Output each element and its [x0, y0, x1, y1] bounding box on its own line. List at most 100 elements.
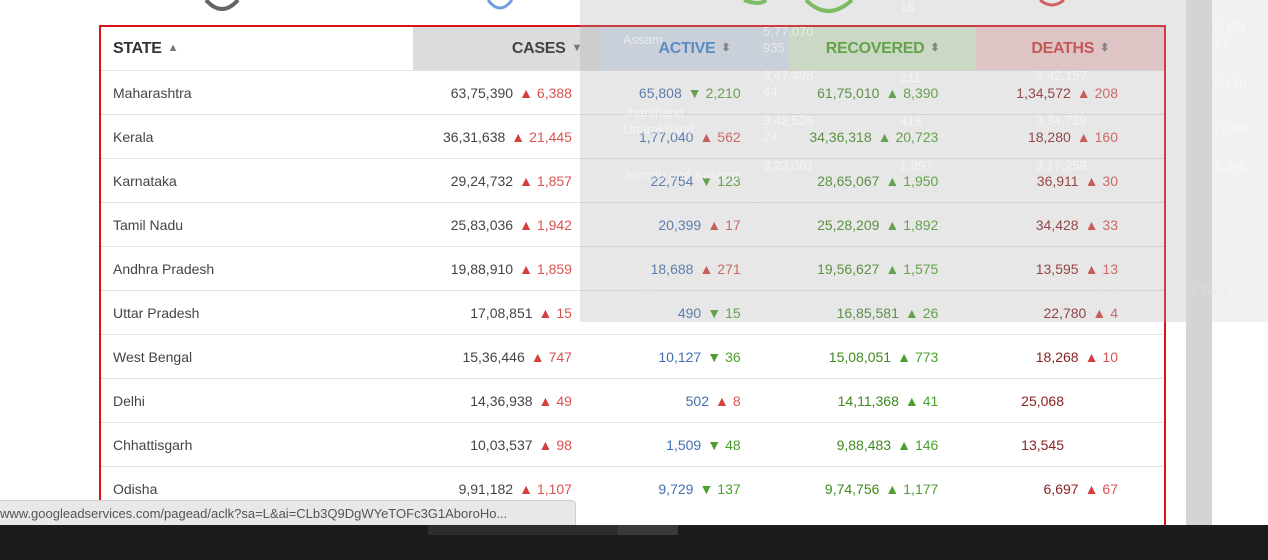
cases-value: 10,03,537	[470, 436, 533, 453]
cases-value: 9,91,182	[458, 480, 514, 497]
recovered-cell: 16,85,581 ▲ 26	[789, 305, 977, 321]
header-cases-label: CASES	[511, 39, 566, 57]
active-delta: 123	[717, 172, 741, 189]
up-arrow-icon: ▲	[538, 304, 553, 321]
recovered-delta: 1,892	[903, 216, 939, 233]
header-state[interactable]: STATE ▲	[101, 27, 414, 70]
active-delta: 15	[725, 304, 741, 321]
cases-cell: 25,83,036 ▲ 1,942	[413, 217, 600, 233]
header-cases[interactable]: CASES ▼	[413, 27, 601, 70]
cases-delta: 1,942	[536, 216, 572, 233]
state-name[interactable]: West Bengal	[101, 349, 413, 365]
state-table: STATE ▲ CASES ▼ ACTIVE ⬍ RECOVERED ⬍ DEA…	[99, 25, 1166, 533]
table-row[interactable]: Tamil Nadu 25,83,036 ▲ 1,942 20,399 ▲ 17 25,28,…	[101, 202, 1164, 246]
state-name[interactable]: Delhi	[101, 393, 413, 409]
active-value: 10,127	[658, 348, 702, 365]
up-arrow-icon: ▲	[885, 480, 900, 497]
up-arrow-icon: ▲	[877, 128, 892, 145]
recovered-value: 14,11,368	[837, 392, 899, 409]
up-arrow-icon: ▲	[885, 84, 900, 101]
cases-delta: 98	[556, 436, 572, 453]
up-arrow-icon: ▲	[530, 348, 545, 365]
sort-desc-icon: ▼	[571, 42, 583, 54]
state-name[interactable]: Karnataka	[101, 173, 413, 189]
state-name[interactable]: Uttar Pradesh	[101, 305, 413, 321]
cases-delta: 1,859	[536, 260, 572, 277]
active-cell: 10,127 ▼ 36	[600, 349, 789, 365]
active-value: 1,77,040	[638, 128, 694, 145]
up-arrow-icon: ▲	[511, 128, 526, 145]
recovered-value: 15,08,051	[828, 348, 892, 365]
header-recovered[interactable]: RECOVERED ⬍	[788, 27, 977, 70]
cases-value: 63,75,390	[450, 84, 514, 101]
recovered-delta: 1,177	[903, 480, 939, 497]
cases-cell: 19,88,910 ▲ 1,859	[413, 261, 600, 277]
table-row[interactable]: Andhra Pradesh 19,88,910 ▲ 1,859 18,688 ▲ 271 1…	[101, 246, 1164, 290]
recovered-delta: 41	[922, 392, 939, 409]
table-row[interactable]: Karnataka 29,24,732 ▲ 1,857 22,754 ▼ 123 28,65,…	[101, 158, 1164, 202]
recovered-value: 9,74,756	[824, 480, 880, 497]
active-value: 18,688	[650, 260, 694, 277]
cases-value: 14,36,938	[470, 392, 533, 409]
up-arrow-icon: ▲	[1092, 304, 1107, 321]
cases-cell: 10,03,537 ▲ 98	[413, 437, 600, 453]
sort-icon: ⬍	[930, 42, 940, 54]
active-value: 20,399	[658, 216, 702, 233]
cases-cell: 29,24,732 ▲ 1,857	[413, 173, 600, 189]
header-deaths[interactable]: DEATHS ⬍	[976, 27, 1164, 70]
recovered-delta: 1,950	[903, 172, 939, 189]
state-name[interactable]: Chhattisgarh	[101, 437, 413, 453]
up-arrow-icon: ▲	[519, 172, 533, 189]
up-arrow-icon: ▲	[1084, 260, 1099, 277]
deaths-value: 18,280	[1027, 128, 1071, 145]
cases-delta: 49	[556, 392, 572, 409]
cases-cell: 36,31,638 ▲ 21,445	[413, 129, 600, 145]
active-delta: 562	[717, 128, 741, 145]
cases-value: 25,83,036	[450, 216, 514, 233]
table-row[interactable]: Maharashtra 63,75,390 ▲ 6,388 65,808 ▼ 2,210 61…	[101, 70, 1164, 114]
state-name[interactable]: Odisha	[101, 481, 413, 497]
state-name[interactable]: Kerala	[101, 129, 413, 145]
table-row[interactable]: Chhattisgarh 10,03,537 ▲ 98 1,509 ▼ 48 9,88,483…	[101, 422, 1164, 466]
cases-cell: 17,08,851 ▲ 15	[413, 305, 600, 321]
up-arrow-icon: ▲	[904, 304, 919, 321]
active-cell: 20,399 ▲ 17	[600, 217, 789, 233]
deaths-value: 13,545	[1021, 436, 1064, 453]
table-row[interactable]: West Bengal 15,36,446 ▲ 747 10,127 ▼ 36 15,08,0…	[101, 334, 1164, 378]
cases-delta: 1,107	[536, 480, 572, 497]
table-row[interactable]: Delhi 14,36,938 ▲ 49 502 ▲ 8 14,11,368 ▲ 41 25,068	[101, 378, 1164, 422]
recovered-value: 34,36,318	[809, 128, 872, 145]
down-arrow-icon: ▼	[707, 304, 722, 321]
cases-delta: 15	[556, 304, 572, 321]
table-header: STATE ▲ CASES ▼ ACTIVE ⬍ RECOVERED ⬍ DEA…	[101, 27, 1164, 70]
recovered-value: 61,75,010	[817, 84, 880, 101]
up-arrow-icon: ▲	[885, 172, 900, 189]
recovered-value: 19,56,627	[817, 260, 880, 277]
deaths-delta: 13	[1102, 260, 1118, 277]
state-name[interactable]: Andhra Pradesh	[101, 261, 413, 277]
active-cell: 22,754 ▼ 123	[600, 173, 789, 189]
up-arrow-icon: ▲	[699, 260, 714, 277]
deaths-cell: 18,268 ▲ 10	[976, 349, 1164, 365]
active-delta: 137	[717, 480, 741, 497]
up-arrow-icon: ▲	[707, 216, 722, 233]
recovered-cell: 19,56,627 ▲ 1,575	[789, 261, 977, 277]
up-arrow-icon: ▲	[1084, 216, 1099, 233]
deaths-cell: 36,911 ▲ 30	[976, 173, 1164, 189]
table-row[interactable]: Kerala 36,31,638 ▲ 21,445 1,77,040 ▲ 562 34,36,…	[101, 114, 1164, 158]
sort-icon: ▲	[167, 42, 179, 54]
deaths-cell: 25,068	[976, 393, 1164, 409]
deaths-cell: 13,595 ▲ 13	[976, 261, 1164, 277]
state-name[interactable]: Tamil Nadu	[101, 217, 413, 233]
recovered-cell: 25,28,209 ▲ 1,892	[789, 217, 977, 233]
state-name[interactable]: Maharashtra	[101, 85, 413, 101]
active-delta: 36	[725, 348, 741, 365]
active-delta: 2,210	[705, 84, 741, 101]
table-row[interactable]: Uttar Pradesh 17,08,851 ▲ 15 490 ▼ 15 16,85,581…	[101, 290, 1164, 334]
up-arrow-icon: ▲	[538, 392, 553, 409]
up-arrow-icon: ▲	[519, 260, 533, 277]
recovered-cell: 34,36,318 ▲ 20,723	[789, 129, 977, 145]
overlay-text: 7,369	[1214, 121, 1247, 136]
header-active[interactable]: ACTIVE ⬍	[600, 27, 789, 70]
down-arrow-icon: ▼	[707, 436, 722, 453]
